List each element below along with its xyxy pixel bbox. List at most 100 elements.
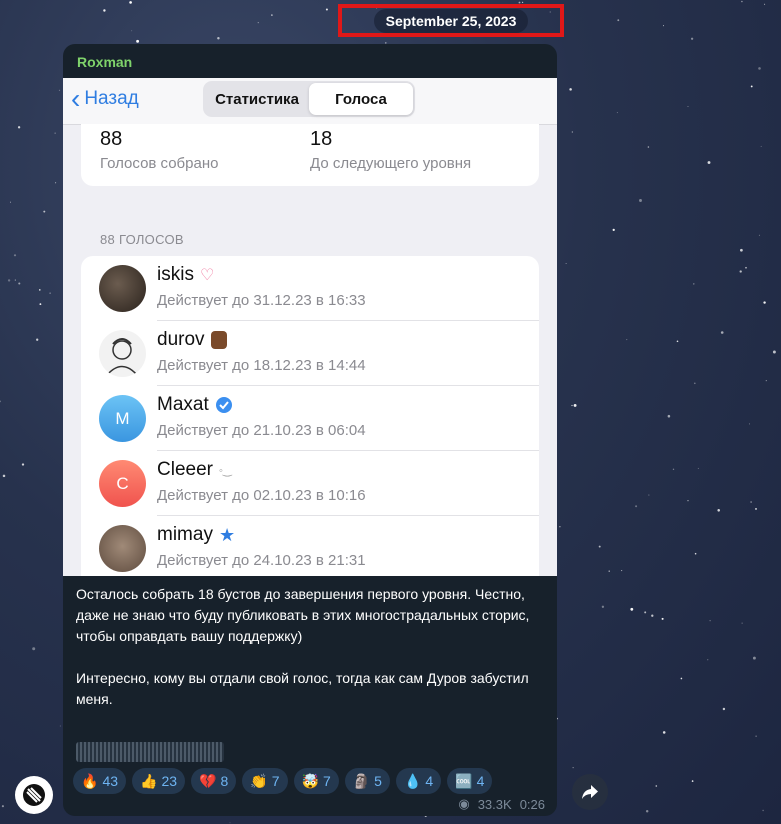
star-dot (639, 199, 642, 202)
avatar (99, 265, 146, 312)
list-item[interactable]: durov Действует до 18.12.23 в 14:44 (81, 321, 539, 386)
channel-avatar[interactable] (15, 776, 53, 814)
message-text: Осталось собрать 18 бустов до завершения… (76, 584, 546, 710)
voter-name: Cleeer ◦‿ (157, 459, 232, 480)
reaction-cool[interactable]: 🆒 4 (447, 768, 493, 794)
reactions-bar: 🔥 43 👍 23 💔 8 👏 7 🤯 7 🗿 5 💧 4 🆒 4 (73, 768, 493, 794)
star-dot (573, 403, 577, 407)
star-dot (14, 279, 16, 281)
list-item[interactable]: M Maxat Действует до 21.10.23 в 06:04 (81, 386, 539, 451)
list-item[interactable]: iskis ♡ Действует до 31.12.23 в 16:33 (81, 256, 539, 321)
voter-expiry: Действует до 02.10.23 в 10:16 (157, 487, 366, 504)
star-dot (662, 731, 666, 734)
star-dot (755, 735, 757, 737)
message-meta: ◉ 33.3K 0:26 (458, 796, 545, 812)
star-dot (655, 785, 658, 787)
star-dot (717, 509, 720, 512)
verified-badge-icon (215, 397, 232, 413)
star-dot (131, 30, 133, 32)
nav-bar: ‹ Назад Статистика Голоса (63, 78, 557, 125)
avatar (99, 525, 146, 572)
stats-card: 88 Голосов собрано 18 До следующего уров… (81, 124, 539, 186)
star-dot (59, 725, 61, 727)
small-sticker-icon: ◦‿ (218, 464, 232, 477)
date-label: September 25, 2023 (373, 8, 529, 33)
star-dot (687, 105, 689, 108)
star-dot (39, 289, 41, 291)
star-dot (103, 9, 106, 12)
star-dot (693, 283, 695, 285)
star-dot (752, 656, 756, 660)
date-separator: September 25, 2023 (338, 4, 564, 37)
avatar: C (99, 460, 146, 507)
star-dot (694, 382, 696, 385)
star-dot (32, 647, 36, 651)
voter-expiry: Действует до 24.10.23 в 21:31 (157, 552, 366, 569)
star-dot (740, 248, 743, 252)
star-dot (764, 3, 766, 5)
star-dot (741, 0, 743, 3)
voter-expiry: Действует до 18.12.23 в 14:44 (157, 357, 366, 374)
voter-name: durov (157, 329, 227, 351)
star-dot (58, 89, 61, 91)
message-paragraph: Осталось собрать 18 бустов до завершения… (76, 586, 530, 644)
star-dot (229, 822, 231, 824)
reaction-thumbs-up[interactable]: 👍 23 (132, 768, 186, 794)
voter-name: Maxat (157, 394, 233, 416)
voter-name: mimay ★ (157, 524, 236, 545)
star-dot (765, 380, 767, 382)
section-title: 88 ГОЛОСОВ (100, 232, 184, 247)
star-dot (745, 266, 747, 269)
star-dot (43, 210, 46, 213)
sender-name[interactable]: Roxman (77, 54, 132, 70)
star-dot (750, 85, 753, 88)
share-arrow-icon (582, 785, 598, 799)
star-dot (129, 1, 132, 4)
tab-statistics[interactable]: Статистика (205, 83, 309, 115)
star-dot (54, 132, 56, 134)
star-dot (741, 622, 743, 624)
reaction-mind-blown[interactable]: 🤯 7 (293, 768, 339, 794)
back-button[interactable]: ‹ Назад (71, 83, 139, 114)
star-dot (612, 228, 615, 232)
star-dot (217, 37, 220, 40)
star-dot (572, 767, 574, 769)
reaction-broken-heart[interactable]: 💔 8 (191, 768, 237, 794)
star-dot (17, 126, 21, 129)
back-label: Назад (84, 88, 139, 109)
star-dot (750, 501, 752, 503)
star-dot (748, 423, 750, 425)
star-dot (626, 339, 628, 341)
voter-expiry: Действует до 21.10.23 в 06:04 (157, 422, 366, 439)
star-dot (521, 1, 524, 4)
list-item[interactable]: C Cleeer ◦‿ Действует до 02.10.23 в 10:1… (81, 451, 539, 516)
star-dot (598, 545, 601, 548)
reaction-drop[interactable]: 💧 4 (395, 768, 442, 794)
screenshot-media[interactable]: ‹ Назад Статистика Голоса 88 Голосов соб… (63, 78, 557, 576)
star-dot (667, 414, 671, 418)
avatar (99, 330, 146, 377)
star-dot (36, 338, 39, 341)
star-dot (9, 201, 12, 203)
heart-sticker-icon: ♡ (199, 267, 215, 284)
segmented-control: Статистика Голоса (203, 81, 415, 117)
message-bubble[interactable]: Roxman ‹ Назад Статистика Голоса 88 Голо… (63, 44, 557, 816)
stat-collected-value: 88 (100, 128, 123, 150)
share-button[interactable] (572, 774, 608, 810)
chevron-left-icon: ‹ (71, 83, 81, 114)
star-dot (697, 467, 699, 469)
stat-next-value: 18 (310, 128, 333, 150)
reaction-fire[interactable]: 🔥 43 (73, 768, 127, 794)
list-item[interactable]: mimay ★ Действует до 24.10.23 в 21:31 (81, 516, 539, 576)
hidden-spoiler[interactable] (76, 742, 224, 762)
star-dot (601, 605, 605, 608)
star-dot (18, 282, 21, 285)
tab-votes[interactable]: Голоса (309, 83, 413, 115)
star-dot (690, 37, 694, 40)
star-dot (758, 234, 760, 236)
star-dot (571, 404, 573, 407)
reaction-moai[interactable]: 🗿 5 (344, 768, 390, 794)
reaction-clap[interactable]: 👏 7 (242, 768, 288, 794)
star-dot (616, 112, 618, 114)
star-dot (559, 526, 561, 528)
